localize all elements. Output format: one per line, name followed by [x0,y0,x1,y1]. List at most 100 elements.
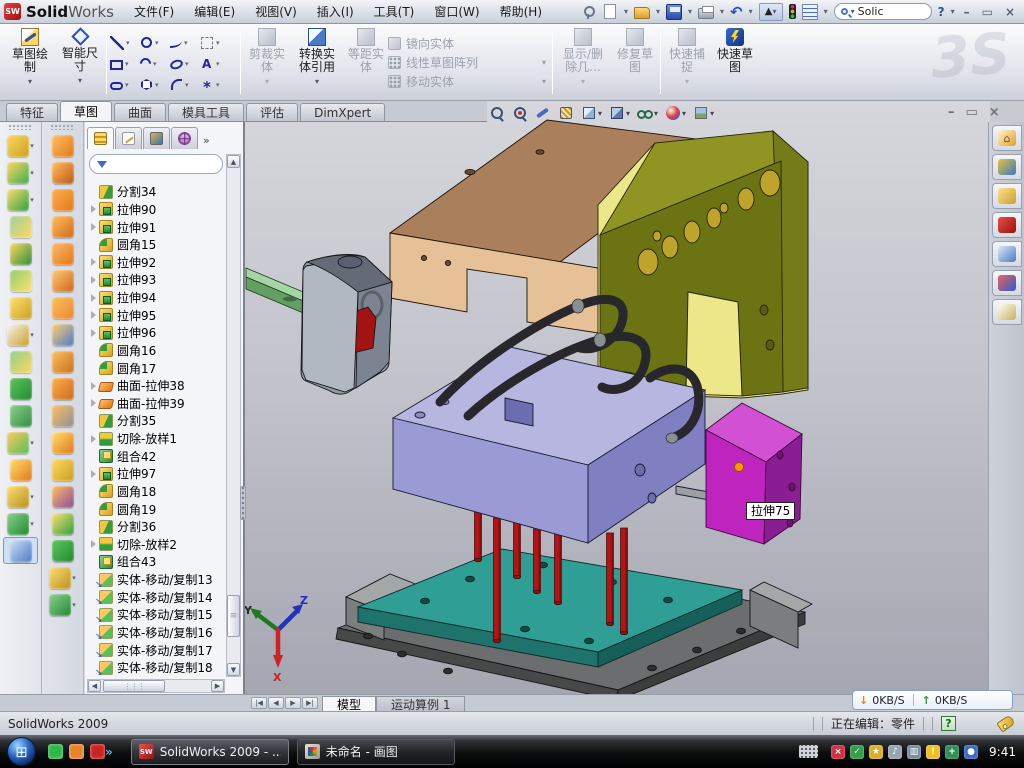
ribbon-tab-3[interactable]: 模具工具 [168,103,244,121]
repair-sketch-button[interactable]: 修复草图 [615,28,655,74]
undercut-analysis-button[interactable]: ▾ [42,591,83,618]
ejector-pin[interactable] [621,528,628,635]
menu-item-3[interactable]: 插入(I) [307,1,364,22]
tree-item-4[interactable]: 拉伸92 [89,254,224,272]
tree-item-1[interactable]: 拉伸90 [89,201,224,219]
menu-item-1[interactable]: 编辑(E) [184,1,245,22]
ribbon-tab-0[interactable]: 特征 [6,103,58,121]
reference-geometry-button[interactable]: ▾ [0,483,41,510]
media-app-button[interactable] [69,744,84,759]
doc-close-button[interactable]: × [989,105,1000,120]
tag-icon[interactable] [996,714,1015,732]
ejector-pin[interactable] [534,529,541,594]
orientation-triad[interactable]: Y Z X [245,594,308,684]
zoom-area-button[interactable] [512,105,528,121]
knit-surface-button[interactable] [42,348,83,375]
messenger-button[interactable] [48,744,63,759]
parting-surface-button[interactable] [42,483,83,510]
tree-item-14[interactable]: 切除-放样1 [89,430,224,448]
offset-entities-button[interactable]: 等距实体 [346,28,386,74]
expand-arrow-icon[interactable] [91,276,96,284]
dropdown-caret[interactable]: ▾ [216,60,220,68]
hole-wizard-button[interactable] [0,294,41,321]
revolved-surface-button[interactable] [42,159,83,186]
dropdown-caret-icon[interactable]: ▾ [72,574,76,582]
doc-restore-button[interactable]: ▭ [966,105,978,120]
quick-snaps-button[interactable]: 快速捕捉 ▾ [667,28,707,88]
spline-tool-button[interactable]: ▾ [170,37,200,48]
file-explorer-button[interactable] [992,183,1022,209]
tree-item-2[interactable]: 拉伸91 [89,218,224,236]
tree-item-0[interactable]: 分割34 [89,183,224,201]
menu-item-2[interactable]: 视图(V) [245,1,307,22]
tab-nav-button-3[interactable]: ▶| [302,697,318,709]
tab-configurationmanager[interactable] [143,127,170,149]
model-tab-1[interactable]: 运动算例 1 [376,696,465,711]
dropdown-caret[interactable]: ▾ [216,81,220,89]
taskbar-window-0[interactable]: SWSolidWorks 2009 - ... [131,739,289,765]
dropdown-caret-icon[interactable]: ▾ [72,601,76,609]
quick-tips-button[interactable]: ? [941,716,956,731]
tab-dimxpertmanager[interactable] [171,127,198,149]
network-status-icon[interactable]: ▥ [907,745,921,759]
radiate-surface-button[interactable] [42,321,83,348]
tree-filter-input[interactable] [89,154,223,174]
tree-item-12[interactable]: 曲面-拉伸39 [89,395,224,413]
wireless-warning-icon[interactable]: ! [926,745,940,759]
dropdown-caret-icon[interactable]: ▾ [30,520,34,528]
tree-item-7[interactable]: 拉伸95 [89,306,224,324]
tree-item-23[interactable]: 实体-移动/复制14 [89,588,224,606]
custom-properties-button[interactable] [992,299,1022,325]
tree-item-25[interactable]: 实体-移动/复制16 [89,624,224,642]
extend-surface-button[interactable] [42,375,83,402]
sketch-button[interactable]: 草图绘制 ▾ [10,28,50,88]
tab-nav-button-0[interactable]: |◀ [251,697,267,709]
line-tool-button[interactable]: ▾ [110,36,140,50]
tab-nav-button-1[interactable]: ◀ [268,697,284,709]
filled-surface-button[interactable] [42,267,83,294]
print-button[interactable] [698,8,714,19]
hide-show-items-button[interactable]: ▾ [637,105,658,121]
expand-arrow-icon[interactable] [91,435,96,443]
draft-analysis-button[interactable]: ▾ [42,564,83,591]
doc-minimize-button[interactable]: – [948,105,955,120]
circle-tool-button[interactable]: ▾ [140,36,170,49]
dropdown-caret-icon[interactable]: ▾ [710,109,714,118]
tree-item-5[interactable]: 拉伸93 [89,271,224,289]
dropdown-caret-icon[interactable]: ▾ [30,439,34,447]
trim-surface-button[interactable] [42,402,83,429]
search-input[interactable]: ▾ Solic [834,3,932,20]
tree-item-16[interactable]: 拉伸97 [89,465,224,483]
options-list-button[interactable] [802,4,818,20]
menu-item-0[interactable]: 文件(F) [124,1,184,22]
expand-arrow-icon[interactable] [91,205,96,213]
taskbar-window-1[interactable]: 未命名 - 画图 [297,739,455,765]
dropdown-caret[interactable]: ▾ [185,81,189,89]
zoom-fit-button[interactable] [489,105,505,121]
view-palette-button[interactable] [992,241,1022,267]
dropdown-caret[interactable]: ▾ [126,39,130,47]
dropdown-caret-icon[interactable]: ▾ [598,109,602,118]
dropdown-caret[interactable]: ▾ [155,39,159,47]
rapid-sketch-button[interactable]: 快速草图 [715,28,755,74]
mirror-entities-button[interactable]: 镜向实体 [388,34,546,53]
expand-arrow-icon[interactable] [91,258,96,266]
pin-icon[interactable] [580,4,596,20]
fillet-button[interactable]: ▾ [0,186,41,213]
dropdown-caret-icon[interactable]: ▾ [30,169,34,177]
expand-arrow-icon[interactable] [91,399,96,407]
scroll-right-button[interactable]: ▶ [211,680,224,692]
ellipse-tool-button[interactable]: ▾ [170,58,200,69]
open-button[interactable] [634,7,650,19]
scrollbar-thumb[interactable] [103,680,165,692]
planar-surface-button[interactable] [42,132,83,159]
move-entities-button[interactable]: 移动实体 ▾ [388,72,546,91]
antivirus-alert-icon[interactable]: × [831,745,845,759]
new-document-button[interactable] [604,4,616,19]
tree-item-3[interactable]: 圆角15 [89,236,224,254]
polygon-tool-button[interactable]: ▾ [140,78,170,91]
display-delete-relations-button[interactable]: 显示/删除几... ▾ [558,28,608,88]
dropdown-caret[interactable]: ▾ [125,81,129,89]
core-button[interactable] [42,537,83,564]
menu-item-4[interactable]: 工具(T) [364,1,425,22]
